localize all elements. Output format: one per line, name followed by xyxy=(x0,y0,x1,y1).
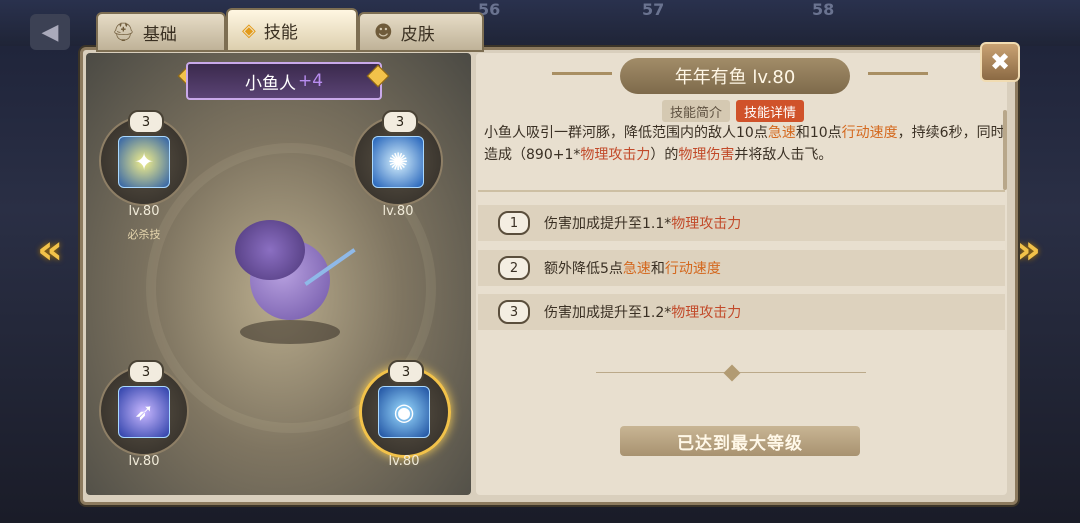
scrollbar[interactable] xyxy=(1003,110,1007,190)
spear-skill-icon: ➶ xyxy=(118,386,170,438)
skill-slot-2[interactable]: ✺ 3 lv.80 xyxy=(353,110,443,219)
tab-label: 技能 xyxy=(263,22,298,43)
max-level-label: 已达到最大等级 xyxy=(620,426,860,456)
water-skill-icon: ✺ xyxy=(372,136,424,188)
skill-lv: lv.80 xyxy=(128,454,160,469)
close-button[interactable]: ✖ xyxy=(980,42,1020,82)
hero-plus: +4 xyxy=(297,71,324,91)
upgrade-row: 2 额外降低5点 急速和行动速度 xyxy=(478,250,1005,286)
upgrade-row: 3 伤害加成提升至1.2* 物理攻击力 xyxy=(478,294,1005,330)
hero-name: 小鱼人 +4 xyxy=(186,62,382,100)
tab-label: 皮肤 xyxy=(400,24,435,45)
previous-hero-arrow-icon[interactable]: « xyxy=(30,227,70,273)
skill-slot-1[interactable]: ✦ 3 lv.80 必杀技 xyxy=(99,110,189,241)
tab-label: 基础 xyxy=(142,24,177,45)
skill-lv: lv.80 xyxy=(382,204,414,219)
skill-title: 年年有鱼 lv.80 xyxy=(620,58,850,94)
title-ornament xyxy=(552,72,612,75)
helmet-icon: ⛑ xyxy=(112,21,135,43)
upgrade-row: 1 伤害加成提升至1.1* 物理攻击力 xyxy=(478,205,1005,241)
puffer-skill-icon: ◉ xyxy=(378,386,430,438)
upgrade-number: 2 xyxy=(498,256,530,280)
bg-number: 58 xyxy=(812,0,835,19)
skill-slot-4[interactable]: ◉ 3 lv.80 xyxy=(359,360,451,469)
skill-slot-3[interactable]: ➶ 3 lv.80 xyxy=(99,360,189,469)
tab-skills[interactable]: ◈ 技能 xyxy=(226,8,358,52)
skill-level-badge: 3 xyxy=(382,110,418,134)
skill-level-badge: 3 xyxy=(128,110,164,134)
upgrade-number: 1 xyxy=(498,211,530,235)
bg-number: 57 xyxy=(642,0,665,19)
detail-sub-tabs: 技能简介 技能详情 xyxy=(662,100,805,122)
back-arrow-icon: ◀ xyxy=(41,19,59,45)
divider xyxy=(478,190,1005,192)
tab-skill-intro[interactable]: 技能简介 xyxy=(662,100,731,122)
upgrade-number: 3 xyxy=(498,300,530,324)
skill-lv: lv.80 xyxy=(388,454,420,469)
back-button[interactable]: ◀ xyxy=(30,14,70,50)
title-ornament xyxy=(868,72,928,75)
skill-lv: lv.80 xyxy=(128,204,160,219)
beast-skill-icon: ✦ xyxy=(118,136,170,188)
skill-description: 小鱼人吸引一群河豚，降低范围内的敌人10点急速和10点行动速度，持续6秒，同时造… xyxy=(484,125,1005,163)
close-icon: ✖ xyxy=(989,48,1011,76)
skill-icon: ◈ xyxy=(242,19,256,41)
ultimate-tag: 必杀技 xyxy=(127,228,161,241)
skill-level-badge: 3 xyxy=(388,360,424,384)
hero-model xyxy=(230,220,360,345)
mask-icon: ☻ xyxy=(374,21,393,43)
tab-basic[interactable]: ⛑ 基础 xyxy=(96,12,226,52)
tab-skins[interactable]: ☻ 皮肤 xyxy=(358,12,484,52)
tab-skill-detail[interactable]: 技能详情 xyxy=(736,100,805,122)
skill-level-badge: 3 xyxy=(128,360,164,384)
